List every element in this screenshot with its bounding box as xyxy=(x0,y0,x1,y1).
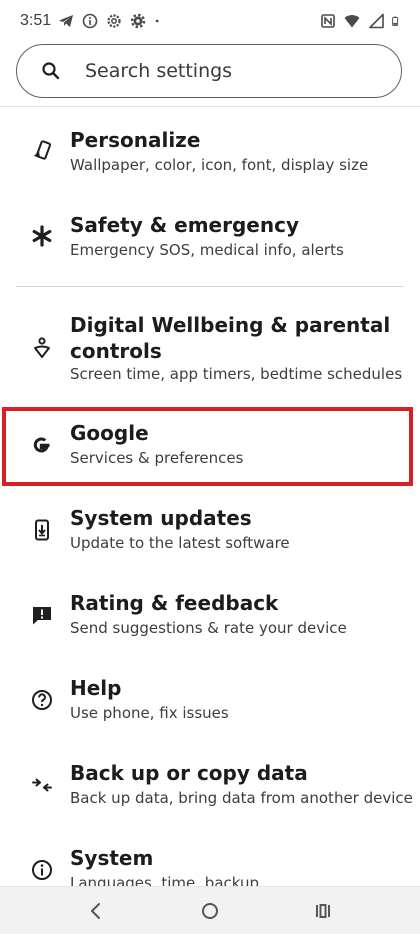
settings-item-backup[interactable]: Back up or copy data Back up data, bring… xyxy=(0,751,420,823)
search-icon[interactable] xyxy=(39,59,63,83)
status-time: 3:51 xyxy=(20,12,52,29)
item-title: Digital Wellbeing & parental controls xyxy=(70,313,391,363)
settings-icon xyxy=(130,13,146,29)
settings-item-digital-wellbeing[interactable]: Digital Wellbeing & parental controls Sc… xyxy=(0,304,420,400)
item-subtitle: Send suggestions & rate your device xyxy=(70,619,347,637)
item-title: Help xyxy=(70,676,122,700)
search-input[interactable]: Search settings xyxy=(85,57,232,85)
settings-item-safety[interactable]: Safety & emergency Emergency SOS, medica… xyxy=(0,204,420,276)
settings-item-personalize[interactable]: Personalize Wallpaper, color, icon, font… xyxy=(0,119,420,191)
item-title: System xyxy=(70,846,154,870)
wifi-icon xyxy=(344,15,360,28)
status-right-icons xyxy=(320,13,402,29)
settings-item-rating-feedback[interactable]: Rating & feedback Send suggestions & rat… xyxy=(0,581,420,653)
asterisk-icon xyxy=(32,225,52,247)
settings-list[interactable]: Personalize Wallpaper, color, icon, font… xyxy=(0,107,420,886)
item-subtitle: Back up data, bring data from another de… xyxy=(70,789,413,807)
wellbeing-icon xyxy=(34,337,50,358)
info-icon xyxy=(82,13,98,29)
backup-icon xyxy=(32,778,52,792)
status-left-icons xyxy=(58,13,164,29)
item-title: Safety & emergency xyxy=(70,213,299,237)
settings-item-help[interactable]: Help Use phone, fix issues xyxy=(0,666,420,738)
back-icon[interactable] xyxy=(84,899,108,923)
recents-icon[interactable] xyxy=(311,899,335,923)
status-bar: 3:51 xyxy=(0,0,420,44)
navigation-bar xyxy=(0,886,420,934)
item-title: Personalize xyxy=(70,128,201,152)
item-title: Back up or copy data xyxy=(70,761,308,785)
item-subtitle: Use phone, fix issues xyxy=(70,704,229,722)
help-icon xyxy=(32,690,52,710)
item-subtitle: Languages, time, backup xyxy=(70,874,260,886)
dot-icon xyxy=(155,19,159,23)
section-divider xyxy=(16,286,404,287)
item-subtitle: Update to the latest software xyxy=(70,534,290,552)
item-subtitle: Screen time, app timers, bedtime schedul… xyxy=(70,365,403,383)
info-icon xyxy=(32,860,52,880)
highlight-box xyxy=(2,407,413,486)
settings-item-system-updates[interactable]: System updates Update to the latest soft… xyxy=(0,496,420,568)
home-icon[interactable] xyxy=(198,899,222,923)
search-bar[interactable]: Search settings xyxy=(16,44,402,98)
nfc-icon xyxy=(321,14,335,28)
item-title: System updates xyxy=(70,506,252,530)
signal-icon xyxy=(369,13,384,29)
item-subtitle: Wallpaper, color, icon, font, display si… xyxy=(70,156,369,174)
settings-item-system[interactable]: System Languages, time, backup xyxy=(0,836,420,886)
settings-gear-icon xyxy=(107,14,121,28)
personalize-icon xyxy=(34,140,52,160)
item-title: Rating & feedback xyxy=(70,591,279,615)
telegram-icon xyxy=(59,15,73,27)
system-update-icon xyxy=(35,519,49,541)
battery-icon xyxy=(392,16,399,26)
feedback-icon xyxy=(33,607,51,625)
item-subtitle: Emergency SOS, medical info, alerts xyxy=(70,241,344,259)
